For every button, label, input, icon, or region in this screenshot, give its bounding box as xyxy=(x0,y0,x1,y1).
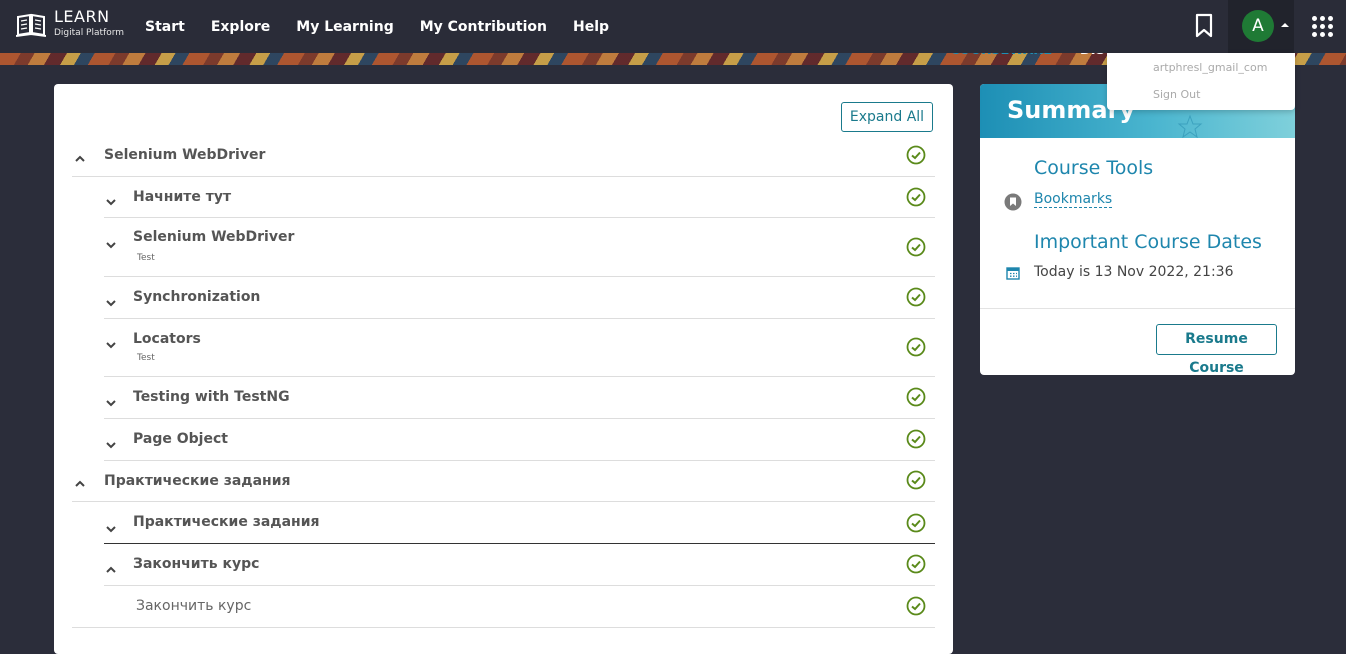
subsection-row[interactable]: Практические задания xyxy=(104,502,935,544)
unit-row[interactable]: Закончить курс xyxy=(72,586,935,628)
summary-panel: Summary Course Tools Bookmarks Important… xyxy=(980,84,1295,375)
dropdown-sign-out[interactable]: Sign Out xyxy=(1153,88,1200,101)
chevron-down-icon xyxy=(106,400,116,407)
course-tools-heading: Course Tools xyxy=(1034,157,1154,179)
top-navbar: LEARN Digital Platform Start Explore My … xyxy=(0,0,1346,53)
user-menu-toggle[interactable]: A xyxy=(1228,0,1294,53)
expand-all-button[interactable]: Expand All xyxy=(841,102,933,132)
check-circle-icon xyxy=(906,513,926,533)
subsection-row[interactable]: Page Object xyxy=(104,419,935,461)
subsection-title: Synchronization xyxy=(133,289,261,305)
calendar-icon xyxy=(1006,267,1020,280)
check-circle-icon xyxy=(906,429,926,449)
section-row[interactable]: Практические задания xyxy=(72,461,935,502)
avatar[interactable]: A xyxy=(1242,10,1274,42)
chevron-up-icon xyxy=(75,155,85,162)
subsection-row[interactable]: Selenium WebDriver Test xyxy=(104,218,935,277)
subsection-row[interactable]: Locators Test xyxy=(104,319,935,377)
subsection-title: Page Object xyxy=(133,431,228,447)
chevron-down-icon xyxy=(106,300,116,307)
nav-explore[interactable]: Explore xyxy=(211,19,270,35)
subsection-subtitle: Test xyxy=(137,353,155,363)
bookmark-icon[interactable] xyxy=(1194,13,1214,39)
subsection-title: Начните тут xyxy=(133,189,232,205)
nav-help[interactable]: Help xyxy=(573,19,609,35)
book-icon xyxy=(16,13,46,37)
subsection-row[interactable]: Начните тут xyxy=(104,177,935,218)
dropdown-username[interactable]: artphresl_gmail_com xyxy=(1153,61,1267,74)
subsection-title: Selenium WebDriver xyxy=(133,229,295,245)
subsection-title: Практические задания xyxy=(133,514,320,530)
summary-divider xyxy=(980,308,1295,309)
logo-subtitle: Digital Platform xyxy=(54,28,125,38)
subsection-row[interactable]: Synchronization xyxy=(104,277,935,319)
check-circle-icon xyxy=(906,554,926,574)
apps-grid-icon[interactable] xyxy=(1312,16,1333,37)
subsection-title: Locators xyxy=(133,331,201,347)
check-circle-icon xyxy=(906,387,926,407)
check-circle-icon xyxy=(906,596,926,616)
nav-my-contribution[interactable]: My Contribution xyxy=(420,19,547,35)
bookmarks-link[interactable]: Bookmarks xyxy=(1034,191,1113,208)
today-date: Today is 13 Nov 2022, 21:36 xyxy=(1034,264,1234,280)
check-circle-icon xyxy=(906,470,926,490)
check-circle-icon xyxy=(906,337,926,357)
subsection-row[interactable]: Testing with TestNG xyxy=(104,377,935,419)
caret-up-icon xyxy=(1281,23,1289,27)
check-circle-icon xyxy=(906,237,926,257)
logo[interactable]: LEARN Digital Platform xyxy=(16,9,124,38)
subsection-title: Testing with TestNG xyxy=(133,389,290,405)
nav-my-learning[interactable]: My Learning xyxy=(296,19,393,35)
check-circle-icon xyxy=(906,187,926,207)
star-decoration-icon xyxy=(1177,114,1203,138)
check-circle-icon xyxy=(906,287,926,307)
chevron-down-icon xyxy=(106,242,116,249)
nav-start[interactable]: Start xyxy=(145,19,185,35)
bookmark-circle-icon xyxy=(1004,193,1022,211)
subsection-title: Закончить курс xyxy=(133,556,260,572)
course-outline: Expand All Selenium WebDriver Начните ту… xyxy=(54,84,953,654)
chevron-down-icon xyxy=(106,199,116,206)
chevron-down-icon xyxy=(106,526,116,533)
section-title: Selenium WebDriver xyxy=(104,147,266,163)
check-circle-icon xyxy=(906,145,926,165)
unit-title[interactable]: Закончить курс xyxy=(136,598,251,614)
subsection-row[interactable]: Закончить курс xyxy=(104,544,935,586)
user-dropdown: artphresl_gmail_com Sign Out xyxy=(1107,53,1295,110)
resume-course-button[interactable]: Resume Course xyxy=(1156,324,1277,375)
subsection-subtitle: Test xyxy=(137,253,155,263)
chevron-up-icon xyxy=(106,566,116,573)
section-title: Практические задания xyxy=(104,473,291,489)
chevron-down-icon xyxy=(106,442,116,449)
chevron-down-icon xyxy=(106,342,116,349)
important-dates-heading: Important Course Dates xyxy=(1034,231,1262,253)
section-row[interactable]: Selenium WebDriver xyxy=(72,140,935,177)
main-nav: Start Explore My Learning My Contributio… xyxy=(145,0,635,53)
logo-title: LEARN xyxy=(54,7,110,26)
chevron-up-icon xyxy=(75,480,85,487)
